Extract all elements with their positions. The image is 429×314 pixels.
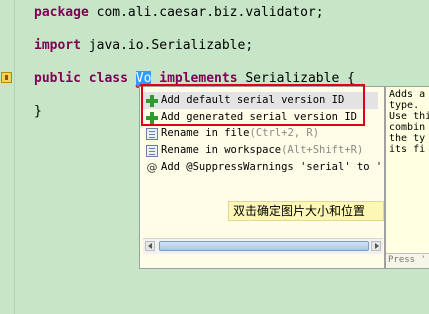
code-line-package: package com.ali.caesar.biz.validator; (34, 5, 324, 21)
doc-line: Use thi (389, 111, 429, 122)
package-keyword: package (34, 5, 89, 20)
doc-line: Adds a (389, 89, 426, 100)
red-highlight-box (141, 84, 365, 126)
image-hint-label: 双击确定图片大小和位置 (228, 201, 384, 221)
scrollbar-thumb[interactable] (159, 241, 369, 251)
doc-line: the ty (389, 133, 426, 144)
scroll-left-icon[interactable] (145, 241, 155, 251)
package-name: com.ali.caesar.biz.validator; (96, 5, 324, 20)
import-keyword: import (34, 38, 81, 53)
proposal-label: Rename in file (161, 127, 250, 139)
proposal-label: Rename in workspace (161, 144, 282, 156)
proposal-rename-in-workspace[interactable]: Rename in workspace (Alt+Shift+R) (142, 142, 378, 159)
proposal-rename-in-file[interactable]: Rename in file (Ctrl+2, R) (142, 125, 378, 142)
doc-line: combin (389, 122, 426, 133)
proposal-documentation-panel: Adds a type. Use thi combin the ty its f… (385, 86, 429, 269)
proposal-add-suppress-warnings[interactable]: @ Add @SuppressWarnings 'serial' to 'Vo' (142, 159, 383, 176)
scroll-right-icon[interactable] (371, 241, 381, 251)
doc-line: type. (389, 100, 420, 111)
proposal-shortcut: (Alt+Shift+R) (281, 144, 364, 156)
import-name: java.io.Serializable; (88, 38, 254, 53)
proposal-label: Add @SuppressWarnings 'serial' to 'Vo' (161, 161, 382, 173)
doc-footer: Press ' (386, 253, 429, 268)
public-keyword: public (34, 71, 81, 86)
lightbulb-warning-icon[interactable] (1, 72, 12, 83)
doc-line: its fi (389, 144, 426, 155)
horizontal-scrollbar[interactable] (143, 238, 383, 254)
code-line-import: import java.io.Serializable; (34, 38, 253, 54)
editor-gutter (0, 0, 15, 314)
class-keyword: class (88, 71, 128, 86)
proposal-shortcut: (Ctrl+2, R) (249, 127, 320, 139)
rename-icon (146, 144, 158, 157)
code-line-close-brace: } (34, 104, 42, 119)
annotation-at-icon: @ (146, 160, 158, 174)
rename-icon (146, 127, 158, 140)
